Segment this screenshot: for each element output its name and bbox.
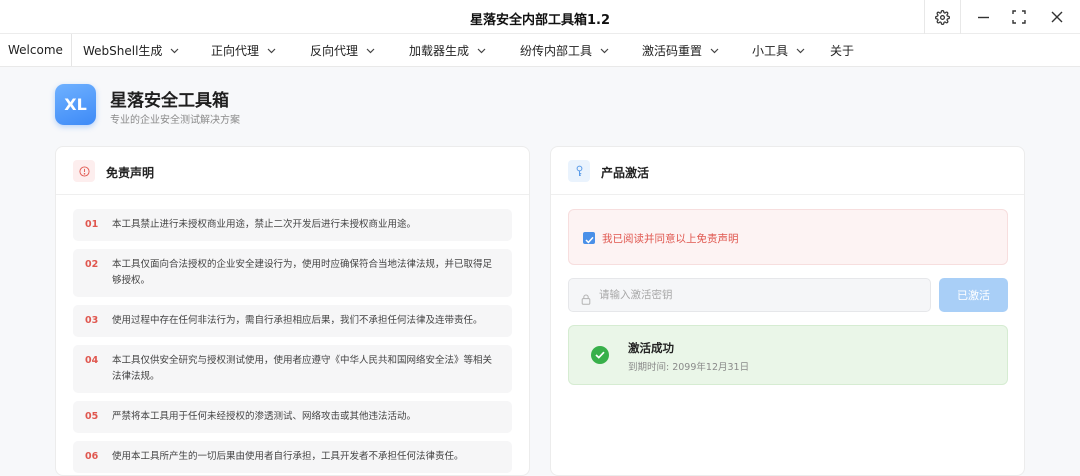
menu-label: 关于 xyxy=(830,43,855,58)
lock-icon xyxy=(581,290,591,309)
list-item: 06 使用本工具所产生的一切后果由使用者自行承担，工具开发者不承担任何法律责任。 xyxy=(73,441,512,473)
menu-welcome[interactable]: Welcome xyxy=(0,34,72,66)
item-text: 本工具仅供安全研究与授权测试使用，使用者应遵守《中华人民共和国网络安全法》等相关… xyxy=(112,355,493,382)
activate-button[interactable]: 已激活 xyxy=(939,278,1008,312)
item-number: 05 xyxy=(85,411,99,422)
menu-small-tools[interactable]: 小工具 xyxy=(752,34,805,66)
chevron-down-icon xyxy=(267,43,276,57)
menu-webshell[interactable]: WebShell生成 xyxy=(83,34,179,66)
disclaimer-card: 免责声明 01 本工具禁止进行未授权商业用途，禁止二次开发后进行未授权商业用途。… xyxy=(55,146,530,476)
activation-key-field[interactable] xyxy=(568,278,931,312)
info-circle-icon xyxy=(73,160,95,182)
activation-card-header: 产品激活 xyxy=(551,147,1024,195)
chevron-down-icon xyxy=(477,43,486,57)
list-item: 05 严禁将本工具用于任何未经授权的渗透测试、网络攻击或其他违法活动。 xyxy=(73,401,512,433)
list-item: 02 本工具仅面向合法授权的企业安全建设行为，使用时应确保符合当地法律法规，并已… xyxy=(73,249,512,297)
list-item: 03 使用过程中存在任何非法行为，需自行承担相应后果，我们不承担任何法律及连带责… xyxy=(73,305,512,337)
menu-forward-proxy[interactable]: 正向代理 xyxy=(211,34,276,66)
menu-label: Welcome xyxy=(8,43,63,57)
agree-label[interactable]: 我已阅读并同意以上免责声明 xyxy=(602,231,739,246)
gear-icon xyxy=(935,9,950,25)
agree-checkbox[interactable] xyxy=(583,232,595,244)
maximize-icon xyxy=(1012,10,1026,24)
menu-activation-reset[interactable]: 激活码重置 xyxy=(642,34,719,66)
minimize-icon xyxy=(977,11,990,24)
item-text: 严禁将本工具用于任何未经授权的渗透测试、网络攻击或其他违法活动。 xyxy=(112,411,417,422)
maximize-button[interactable] xyxy=(1000,0,1038,34)
menu-label: 激活码重置 xyxy=(642,43,703,58)
window-title: 星落安全内部工具箱1.2 xyxy=(469,13,611,28)
item-text: 本工具禁止进行未授权商业用途，禁止二次开发后进行未授权商业用途。 xyxy=(112,219,417,230)
disclaimer-list: 01 本工具禁止进行未授权商业用途，禁止二次开发后进行未授权商业用途。 02 本… xyxy=(73,209,512,475)
menu-internal-tools[interactable]: 纷传内部工具 xyxy=(520,34,609,66)
menu-label: 纷传内部工具 xyxy=(520,43,593,58)
menu-label: 反向代理 xyxy=(310,43,359,58)
minimize-button[interactable] xyxy=(964,0,1002,34)
title-bar: 星落安全内部工具箱1.2 xyxy=(0,0,1080,34)
close-icon xyxy=(1051,11,1063,23)
app-subtitle: 专业的企业安全测试解决方案 xyxy=(110,115,240,126)
list-item: 04 本工具仅供安全研究与授权测试使用，使用者应遵守《中华人民共和国网络安全法》… xyxy=(73,345,512,393)
check-icon xyxy=(584,229,594,248)
activation-title: 产品激活 xyxy=(601,166,650,180)
list-item: 01 本工具禁止进行未授权商业用途，禁止二次开发后进行未授权商业用途。 xyxy=(73,209,512,241)
activation-success-box: 激活成功 到期时间: 2099年12月31日 xyxy=(568,325,1008,385)
agreement-box: 我已阅读并同意以上免责声明 xyxy=(568,209,1008,265)
settings-button[interactable] xyxy=(924,0,961,34)
item-text: 本工具仅面向合法授权的企业安全建设行为，使用时应确保符合当地法律法规，并已取得足… xyxy=(112,259,493,286)
menu-about[interactable]: 关于 xyxy=(830,34,854,66)
menu-label: 小工具 xyxy=(752,43,789,58)
menu-reverse-proxy[interactable]: 反向代理 xyxy=(310,34,375,66)
chevron-down-icon xyxy=(710,43,719,57)
item-number: 04 xyxy=(85,355,99,366)
chevron-down-icon xyxy=(170,43,179,57)
menu-label: 正向代理 xyxy=(211,43,260,58)
menu-bar: Welcome WebShell生成 正向代理 反向代理 加载器生成 纷传内部工… xyxy=(0,34,1080,67)
chevron-down-icon xyxy=(600,43,609,57)
item-number: 06 xyxy=(85,451,99,462)
activation-key-input[interactable] xyxy=(599,279,919,311)
disclaimer-card-header: 免责声明 xyxy=(56,147,529,195)
item-number: 03 xyxy=(85,315,99,326)
item-number: 02 xyxy=(85,259,99,270)
activation-card: 产品激活 我已阅读并同意以上免责声明 已激活 激活成功 到期时间: 2099年1… xyxy=(550,146,1025,476)
close-button[interactable] xyxy=(1038,0,1076,34)
menu-loader-generator[interactable]: 加载器生成 xyxy=(409,34,486,66)
app-name: 星落安全工具箱 xyxy=(110,91,229,111)
menu-label: WebShell生成 xyxy=(83,43,163,58)
chevron-down-icon xyxy=(366,43,375,57)
disclaimer-title: 免责声明 xyxy=(106,166,155,180)
item-text: 使用过程中存在任何非法行为，需自行承担相应后果，我们不承担任何法律及连带责任。 xyxy=(112,315,483,326)
expiration-date: 到期时间: 2099年12月31日 xyxy=(628,362,750,373)
item-text: 使用本工具所产生的一切后果由使用者自行承担，工具开发者不承担任何法律责任。 xyxy=(112,451,464,462)
check-circle-icon xyxy=(591,346,609,364)
success-title: 激活成功 xyxy=(628,341,674,355)
chevron-down-icon xyxy=(796,43,805,57)
menu-label: 加载器生成 xyxy=(409,43,470,58)
item-number: 01 xyxy=(85,219,99,230)
key-icon xyxy=(568,160,590,182)
app-logo: XL xyxy=(55,84,96,125)
